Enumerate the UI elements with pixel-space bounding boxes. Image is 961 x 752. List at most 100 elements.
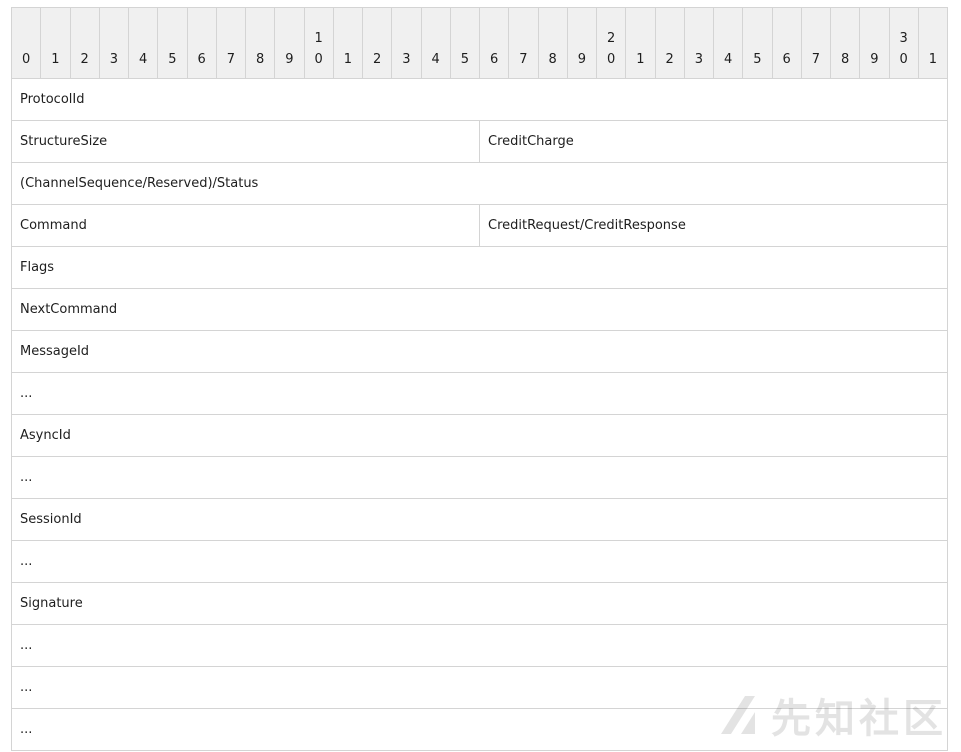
bit-index-label: 3 [109,52,119,67]
bit-index-header: 3 [391,7,422,79]
field-cell: (ChannelSequence/Reserved)/Status [11,162,948,205]
bit-index-header: 3 [98,7,130,79]
field-row: Signature [11,582,948,625]
bit-index-header: 9 [566,7,598,79]
bit-index-header: 10 [303,7,334,79]
bit-index-header: 0 [10,7,42,79]
bit-index-label: 3 [402,52,411,67]
field-cell: CreditRequest/CreditResponse [479,204,948,247]
bit-offset-header-row: 0 1 2 3 4 5 6 7 8 9 10 1 2 3 4 5 6 7 8 9 20 1 2 3 4 5 6 7 8 9 30 1 [10,7,949,79]
bit-index-header: 8 [829,7,861,79]
field-cell: StructureSize [11,120,480,163]
bit-index-label: 2 [665,52,674,67]
bit-index-header: 8 [244,7,276,79]
bit-index-label: 1 [928,52,938,67]
field-cell: NextCommand [11,288,948,331]
field-cell: ... [11,372,948,415]
bit-index-label: 8 [548,52,557,67]
bit-index-label: 5 [168,52,177,67]
bit-index-header: 6 [478,7,510,79]
field-cell: MessageId [11,330,948,373]
cut-off-caption-fragment [380,0,680,2]
field-row: NextCommand [11,288,948,331]
field-row: Command CreditRequest/CreditResponse [11,204,948,247]
bit-index-header: 1 [40,7,71,79]
packet-header-table: 0 1 2 3 4 5 6 7 8 9 10 1 2 3 4 5 6 7 8 9 20 1 2 3 4 5 6 7 8 9 30 1 Prot… [10,7,949,751]
bit-index-header: 4 [127,7,159,79]
bit-index-header: 2 [654,7,685,79]
bit-index-label: 0 [21,52,31,67]
bit-index-label: 20 [606,31,616,67]
field-cell: Signature [11,582,948,625]
field-cell: ... [11,666,948,709]
field-row: (ChannelSequence/Reserved)/Status [11,162,948,205]
field-cell: ProtocolId [11,78,948,121]
field-row: ... [11,372,948,415]
bit-index-label: 6 [489,52,499,67]
bit-index-label: 8 [840,52,850,67]
bit-index-label: 7 [519,52,528,67]
field-row: MessageId [11,330,948,373]
bit-index-label: 1 [51,52,60,67]
bit-index-header: 1 [917,7,949,79]
field-row: SessionId [11,498,948,541]
bit-index-label: 10 [314,31,323,67]
bit-index-label: 2 [372,52,382,67]
bit-index-header: 5 [157,7,188,79]
bit-index-label: 7 [226,52,236,67]
field-rows: ProtocolId StructureSize CreditCharge (Chan… [11,78,948,751]
bit-index-header: 5 [742,7,773,79]
field-cell: ... [11,540,948,583]
field-row: Flags [11,246,948,289]
bit-index-header: 1 [625,7,656,79]
field-cell: SessionId [11,498,948,541]
page: 0 1 2 3 4 5 6 7 8 9 10 1 2 3 4 5 6 7 8 9 20 1 2 3 4 5 6 7 8 9 30 1 Prot… [0,0,961,752]
bit-index-header: 1 [332,7,364,79]
field-row: ... [11,540,948,583]
bit-index-label: 9 [285,52,294,67]
bit-index-header: 7 [215,7,247,79]
bit-index-header: 9 [859,7,890,79]
bit-index-header: 30 [888,7,919,79]
field-row: AsyncId [11,414,948,457]
field-cell: ... [11,456,948,499]
field-row: ... [11,708,948,751]
bit-index-label: 7 [811,52,821,67]
bit-index-header: 8 [537,7,568,79]
field-row: ... [11,456,948,499]
field-row: ... [11,624,948,667]
bit-index-label: 9 [870,52,879,67]
field-cell: AsyncId [11,414,948,457]
bit-index-header: 4 [420,7,451,79]
field-cell: ... [11,708,948,751]
field-cell: ... [11,624,948,667]
bit-index-label: 6 [782,52,791,67]
bit-index-header: 3 [683,7,715,79]
bit-index-header: 7 [800,7,832,79]
field-cell: CreditCharge [479,120,948,163]
bit-index-label: 9 [577,52,587,67]
field-row: StructureSize CreditCharge [11,120,948,163]
bit-index-label: 1 [636,52,645,67]
bit-index-header: 6 [186,7,217,79]
bit-index-label: 4 [138,52,148,67]
bit-index-header: 4 [712,7,744,79]
field-row: ProtocolId [11,78,948,121]
field-cell: Command [11,204,480,247]
bit-index-header: 7 [508,7,539,79]
bit-index-header: 20 [595,7,627,79]
bit-index-header: 2 [69,7,100,79]
bit-index-label: 3 [694,52,704,67]
bit-index-label: 2 [80,52,89,67]
bit-index-header: 6 [771,7,802,79]
field-cell: Flags [11,246,948,289]
bit-index-label: 4 [431,52,440,67]
bit-index-header: 2 [361,7,393,79]
field-row: ... [11,666,948,709]
bit-index-label: 8 [255,52,265,67]
bit-index-label: 6 [197,52,206,67]
bit-index-label: 5 [460,52,470,67]
bit-index-label: 1 [343,52,353,67]
bit-index-label: 4 [723,52,733,67]
bit-index-header: 9 [274,7,305,79]
